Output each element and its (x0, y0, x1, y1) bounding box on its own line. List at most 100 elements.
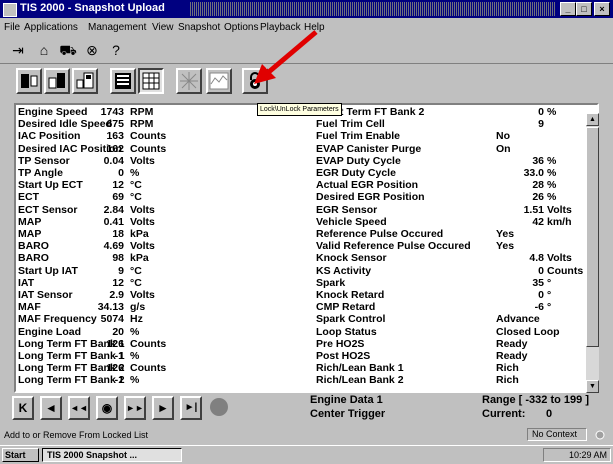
parameter-unit: % (130, 350, 140, 362)
parameter-unit: RPM (130, 106, 154, 118)
parameter-value: -1 (114, 374, 124, 387)
minimize-button[interactable]: _ (560, 2, 576, 16)
exit-icon[interactable]: ⇥ (8, 41, 28, 59)
parameter-row[interactable]: Engine Load 20% Loop Status Closed Loop (16, 325, 586, 338)
scan-tool-icon[interactable] (16, 68, 42, 94)
current-value: 0 (546, 408, 553, 420)
parameter-value: 0 (538, 264, 544, 277)
parameter-unit: Volts (130, 215, 155, 228)
parameter-value: Advance (496, 313, 540, 326)
title-bar-pattern (190, 2, 556, 16)
parameter-value: 69 (112, 191, 124, 204)
parameter-value: 0 (538, 289, 544, 301)
record-button[interactable] (208, 396, 230, 420)
next-frame-button[interactable]: ► (152, 396, 174, 420)
help-icon[interactable]: ? (106, 41, 126, 59)
menu-management[interactable]: Management (88, 22, 146, 33)
menu-applications[interactable]: Applications (24, 22, 78, 33)
parameter-value: 34.13 (97, 301, 124, 314)
parameter-unit: °C (130, 264, 142, 277)
parameter-row[interactable]: TP Angle 0% EGR Duty Cycle 33.0% (16, 168, 586, 179)
parameter-name: Knock Sensor (316, 252, 387, 265)
taskbar: Start TIS 2000 Snapshot ... 10:29 AM (0, 445, 613, 464)
scroll-up-arrow[interactable]: ▲ (586, 113, 599, 126)
parameter-name: Pre HO2S (316, 337, 365, 350)
parameter-row[interactable]: BARO 4.69 Volts Valid Reference Pulse Occur… (16, 241, 586, 252)
parameter-row[interactable]: Desired IAC Position 162 Counts EVAP Canist… (16, 143, 586, 155)
app-icon[interactable] (3, 3, 17, 17)
menu-file[interactable]: File (4, 22, 20, 33)
parameter-row[interactable]: BARO 98 kPa Knock Sensor 4.8 Volts (16, 253, 586, 264)
parameter-unit: km/h (547, 215, 572, 228)
parameter-row[interactable]: Long Term FT Bank 2 -1% Rich/Lean Bank 2 Ri… (16, 375, 586, 386)
parameter-row[interactable]: MAF 34.13 g/s CMP Retard -6 ° (16, 302, 586, 313)
parameter-name: EGR Duty Cycle (316, 167, 396, 179)
scroll-down-arrow[interactable]: ▼ (586, 380, 599, 393)
parameter-row[interactable]: IAC Position 163 Counts Fuel Trim Enable No (16, 131, 586, 142)
parameter-value: 1.51 (523, 203, 544, 216)
parameter-row[interactable]: Long Term FT Bank 2 126 Counts Rich/Lean Ba… (16, 363, 586, 374)
parameter-row[interactable]: MAP 0.41 Volts Vehicle Speed 42 km/h (16, 215, 586, 228)
start-button[interactable]: Start (2, 448, 39, 462)
parameter-row[interactable]: MAP 18 kPa Reference Pulse Occured Yes (16, 229, 586, 240)
first-frame-button[interactable]: K (12, 396, 34, 420)
parameter-row[interactable]: Long Term FT Bank 1 126 Counts Pre HO2S Read… (16, 337, 586, 350)
parameter-unit: % (547, 106, 557, 118)
parameter-row[interactable]: TP Sensor 0.04 Volts EVAP Duty Cycle 36% (16, 154, 586, 167)
data-list-icon[interactable] (110, 68, 136, 94)
parameter-name: BARO (18, 240, 49, 253)
parameter-name: Desired EGR Position (316, 191, 425, 204)
stop-icon[interactable]: ⊗ (82, 41, 102, 59)
scroll-thumb[interactable] (586, 127, 599, 347)
parameter-value: 675 (106, 118, 124, 131)
trigger-button[interactable]: ◉ (96, 396, 118, 420)
close-button[interactable]: × (594, 2, 610, 16)
parameter-row[interactable]: ECT 69 °C Desired EGR Position 26% (16, 192, 586, 203)
annotation-arrow (254, 30, 318, 84)
parameter-unit: °C (130, 276, 142, 289)
window-title: TIS 2000 - Snapshot Upload (20, 2, 165, 14)
parameter-row[interactable]: MAF Frequency 5074 Hz Spark Control Advance (16, 314, 586, 325)
parameter-row[interactable]: Start Up IAT 9 °C KS Activity 0 Counts (16, 264, 586, 277)
vehicle-icon[interactable]: ⛟ (58, 41, 78, 59)
last-frame-button[interactable]: ►| (180, 396, 202, 420)
parameter-value: 18 (112, 228, 124, 240)
obd-icon[interactable] (44, 68, 70, 94)
parameter-unit: Counts (130, 337, 167, 350)
parameter-name: EVAP Duty Cycle (316, 154, 401, 167)
parameter-value: 36 (532, 154, 544, 167)
previous-frame-button[interactable]: ◄ (40, 396, 62, 420)
range-label: Range [ -332 to 199 ] (482, 394, 589, 406)
vertical-scrollbar[interactable]: ▲ ▼ (586, 113, 599, 393)
ecu-icon[interactable] (72, 68, 98, 94)
parameter-row[interactable]: ECT Sensor 2.84 Volts EGR Sensor 1.51 Volts (16, 203, 586, 216)
taskbar-item-tis2000[interactable]: TIS 2000 Snapshot ... (42, 448, 182, 462)
parameter-value: 126 (106, 362, 124, 375)
status-bar: Add to or Remove From Locked List No Con… (0, 427, 613, 443)
parameter-row[interactable]: IAT 12 °C Spark 35 ° (16, 276, 586, 289)
home-icon[interactable]: ⌂ (34, 41, 54, 59)
fast-forward-button[interactable]: ►► (124, 396, 146, 420)
snapshot-icon[interactable] (176, 68, 202, 94)
parameter-row[interactable]: Start Up ECT 12 °C Actual EGR Position 28% (16, 180, 586, 191)
parameter-value: 20 (112, 325, 124, 338)
parameter-value: 4.69 (103, 240, 124, 253)
parameter-value: 42 (532, 215, 544, 228)
grid-icon[interactable] (138, 68, 164, 94)
rewind-button[interactable]: ◄◄ (68, 396, 90, 420)
parameter-unit: g/s (130, 301, 146, 314)
parameter-unit: % (547, 167, 557, 179)
maximize-button[interactable]: □ (576, 2, 592, 16)
parameter-value: Rich (496, 362, 519, 375)
graph-icon[interactable] (206, 68, 232, 94)
parameter-row[interactable]: IAT Sensor 2.9 Volts Knock Retard 0 ° (16, 290, 586, 301)
menu-view[interactable]: View (152, 22, 174, 33)
parameter-name: Spark (316, 276, 346, 289)
parameter-value: Yes (496, 240, 515, 253)
menu-snapshot[interactable]: Snapshot (178, 22, 220, 33)
parameter-row[interactable]: Long Term FT Bank 1 -1% Post HO2S Ready (16, 351, 586, 362)
parameter-row[interactable]: Desired Idle Speed 675 RPM Fuel Trim Cell 9 (16, 119, 586, 130)
parameter-name: Loop Status (316, 325, 377, 338)
parameter-unit: Counts (130, 362, 167, 375)
title-bar[interactable]: TIS 2000 - Snapshot Upload _ □ × (0, 0, 613, 18)
